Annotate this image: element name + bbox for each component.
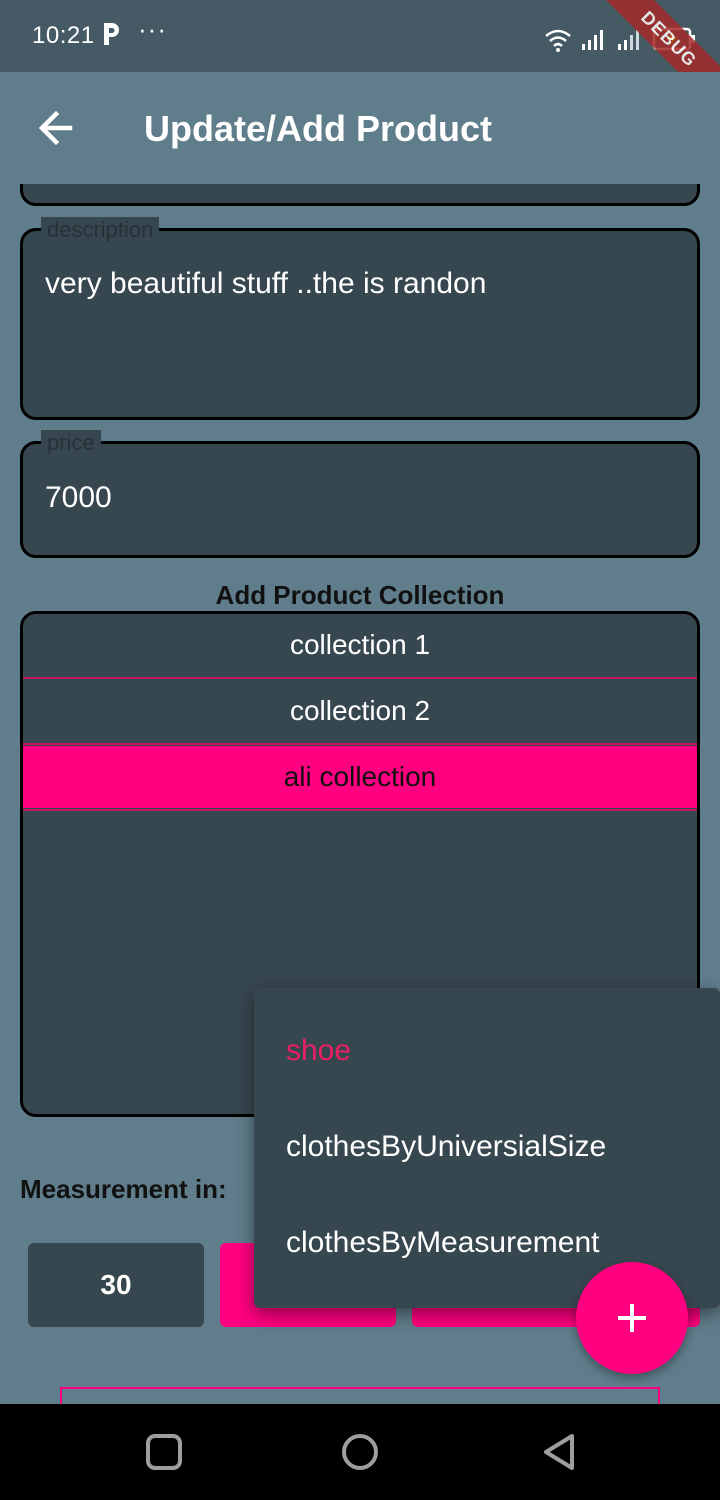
page-title: Update/Add Product bbox=[144, 108, 492, 149]
measurement-type-dropdown: shoe clothesByUniversialSize clothesByMe… bbox=[254, 988, 720, 1308]
plus-icon bbox=[618, 1304, 646, 1332]
status-time: 10:21 bbox=[32, 22, 95, 49]
menu-item-measurement[interactable]: clothesByMeasurement bbox=[286, 1226, 599, 1260]
collection-item[interactable]: collection 1 bbox=[23, 614, 697, 676]
recent-apps-icon[interactable] bbox=[144, 1432, 184, 1472]
app-bar: Update/Add Product bbox=[0, 72, 720, 184]
next-section-outline bbox=[60, 1387, 660, 1404]
menu-item-shoe[interactable]: shoe bbox=[286, 1034, 351, 1068]
price-label: price bbox=[41, 430, 101, 456]
description-value: very beautiful stuff ..the is randon bbox=[45, 267, 487, 300]
parking-app-icon bbox=[104, 23, 119, 45]
price-value: 7000 bbox=[45, 481, 112, 514]
description-label: description bbox=[41, 217, 160, 243]
collection-item[interactable]: collection 2 bbox=[23, 680, 697, 742]
divider bbox=[23, 677, 697, 679]
wifi-icon bbox=[545, 29, 571, 52]
price-field[interactable]: price 7000 bbox=[20, 430, 700, 558]
product-name-field[interactable] bbox=[20, 184, 700, 206]
signal-icon-1 bbox=[582, 30, 603, 50]
measurement-label: Measurement in: bbox=[20, 1174, 227, 1204]
collection-section-title: Add Product Collection bbox=[215, 580, 505, 610]
collection-item-selected[interactable]: ali collection bbox=[23, 746, 697, 808]
more-notifications-icon: ··· bbox=[138, 14, 167, 44]
size-chip[interactable]: 30 bbox=[28, 1243, 204, 1327]
add-fab-button[interactable] bbox=[576, 1262, 688, 1374]
menu-item-universal-size[interactable]: clothesByUniversialSize bbox=[286, 1130, 606, 1164]
back-icon[interactable] bbox=[540, 1432, 580, 1472]
divider bbox=[23, 743, 697, 745]
home-icon[interactable] bbox=[340, 1432, 380, 1472]
description-field[interactable]: description very beautiful stuff ..the i… bbox=[20, 217, 700, 420]
system-nav-bar bbox=[0, 1404, 720, 1500]
divider bbox=[23, 809, 697, 811]
status-bar: 10:21 ··· DEBUG bbox=[0, 0, 720, 119]
arrow-back-icon[interactable] bbox=[30, 102, 82, 154]
